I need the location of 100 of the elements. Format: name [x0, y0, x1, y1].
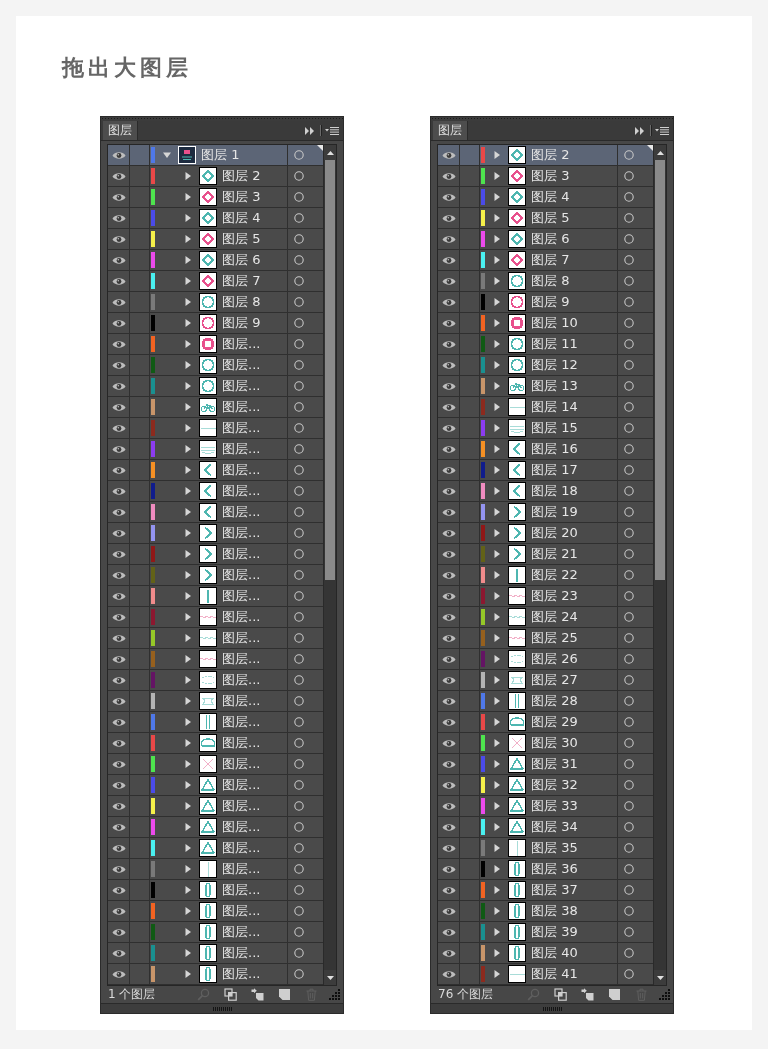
- target-circle-icon[interactable]: [624, 969, 634, 979]
- eye-icon[interactable]: [441, 948, 456, 958]
- layer-row[interactable]: 图层 30: [438, 733, 653, 754]
- disclosure-triangle-icon[interactable]: [493, 172, 501, 180]
- disclosure-triangle-icon[interactable]: [184, 655, 192, 663]
- eye-icon[interactable]: [441, 360, 456, 370]
- target-circle-icon[interactable]: [294, 150, 304, 160]
- eye-icon[interactable]: [441, 969, 456, 979]
- layer-row[interactable]: 图层 3: [108, 187, 323, 208]
- disclosure-triangle-icon[interactable]: [184, 823, 192, 831]
- eye-icon[interactable]: [111, 528, 126, 538]
- disclosure-triangle-icon[interactable]: [184, 529, 192, 537]
- overlapping-squares-icon[interactable]: [224, 988, 237, 1001]
- disclosure-triangle-icon[interactable]: [493, 571, 501, 579]
- target-circle-icon[interactable]: [624, 780, 634, 790]
- disclosure-triangle-icon[interactable]: [493, 676, 501, 684]
- target-circle-icon[interactable]: [624, 717, 634, 727]
- target-circle-icon[interactable]: [294, 885, 304, 895]
- eye-icon[interactable]: [441, 612, 456, 622]
- target-circle-icon[interactable]: [624, 549, 634, 559]
- eye-icon[interactable]: [111, 864, 126, 874]
- target-circle-icon[interactable]: [294, 234, 304, 244]
- target-circle-icon[interactable]: [294, 696, 304, 706]
- layer-row[interactable]: 图层 11: [438, 334, 653, 355]
- eye-icon[interactable]: [111, 192, 126, 202]
- layer-row[interactable]: 图层...: [108, 649, 323, 670]
- target-circle-icon[interactable]: [294, 360, 304, 370]
- layer-row[interactable]: 图层...: [108, 859, 323, 880]
- target-circle-icon[interactable]: [294, 444, 304, 454]
- eye-icon[interactable]: [111, 969, 126, 979]
- layer-row[interactable]: 图层 4: [108, 208, 323, 229]
- layer-row[interactable]: 图层 8: [438, 271, 653, 292]
- target-circle-icon[interactable]: [624, 276, 634, 286]
- target-circle-icon[interactable]: [624, 507, 634, 517]
- layer-row[interactable]: 图层 38: [438, 901, 653, 922]
- eye-icon[interactable]: [111, 423, 126, 433]
- layer-row[interactable]: 图层...: [108, 943, 323, 964]
- disclosure-triangle-icon[interactable]: [493, 550, 501, 558]
- target-circle-icon[interactable]: [294, 297, 304, 307]
- layer-row[interactable]: 图层...: [108, 838, 323, 859]
- disclosure-triangle-icon[interactable]: [493, 928, 501, 936]
- layer-row[interactable]: 图层...: [108, 817, 323, 838]
- layer-row[interactable]: 图层 9: [438, 292, 653, 313]
- eye-icon[interactable]: [111, 213, 126, 223]
- layer-row[interactable]: 图层...: [108, 712, 323, 733]
- layer-row[interactable]: 图层 25: [438, 628, 653, 649]
- layer-row[interactable]: 图层 2: [438, 145, 653, 166]
- eye-icon[interactable]: [441, 213, 456, 223]
- eye-icon[interactable]: [441, 654, 456, 664]
- target-circle-icon[interactable]: [294, 318, 304, 328]
- target-circle-icon[interactable]: [624, 612, 634, 622]
- target-circle-icon[interactable]: [294, 192, 304, 202]
- layer-row[interactable]: 图层 22: [438, 565, 653, 586]
- layer-row[interactable]: 图层...: [108, 880, 323, 901]
- layer-row[interactable]: 图层...: [108, 544, 323, 565]
- disclosure-triangle-icon[interactable]: [184, 382, 192, 390]
- target-circle-icon[interactable]: [624, 801, 634, 811]
- target-circle-icon[interactable]: [624, 906, 634, 916]
- disclosure-triangle-icon[interactable]: [184, 592, 192, 600]
- layer-row[interactable]: 图层...: [108, 523, 323, 544]
- eye-icon[interactable]: [441, 465, 456, 475]
- eye-icon[interactable]: [111, 885, 126, 895]
- disclosure-triangle-icon[interactable]: [184, 634, 192, 642]
- disclosure-triangle-icon[interactable]: [493, 298, 501, 306]
- layer-row[interactable]: 图层 6: [438, 229, 653, 250]
- target-circle-icon[interactable]: [294, 570, 304, 580]
- disclosure-triangle-icon[interactable]: [493, 970, 501, 978]
- target-circle-icon[interactable]: [624, 675, 634, 685]
- eye-icon[interactable]: [111, 591, 126, 601]
- target-circle-icon[interactable]: [294, 255, 304, 265]
- eye-icon[interactable]: [441, 570, 456, 580]
- layer-row[interactable]: 图层...: [108, 460, 323, 481]
- eye-icon[interactable]: [441, 549, 456, 559]
- target-circle-icon[interactable]: [624, 864, 634, 874]
- eye-icon[interactable]: [441, 864, 456, 874]
- disclosure-triangle-icon[interactable]: [493, 235, 501, 243]
- disclosure-triangle-icon[interactable]: [493, 256, 501, 264]
- target-circle-icon[interactable]: [624, 843, 634, 853]
- layer-row[interactable]: 图层 29: [438, 712, 653, 733]
- arrow-square-icon[interactable]: [581, 988, 594, 1001]
- target-circle-icon[interactable]: [624, 486, 634, 496]
- scroll-up-button[interactable]: [654, 145, 666, 160]
- layer-row[interactable]: 图层...: [108, 628, 323, 649]
- layer-row[interactable]: 图层 3: [438, 166, 653, 187]
- eye-icon[interactable]: [441, 675, 456, 685]
- target-circle-icon[interactable]: [294, 738, 304, 748]
- layer-row[interactable]: 图层 21: [438, 544, 653, 565]
- disclosure-triangle-icon[interactable]: [493, 151, 501, 159]
- target-circle-icon[interactable]: [294, 717, 304, 727]
- layer-row[interactable]: 图层 31: [438, 754, 653, 775]
- layer-row[interactable]: 图层 10: [438, 313, 653, 334]
- target-circle-icon[interactable]: [294, 822, 304, 832]
- eye-icon[interactable]: [441, 906, 456, 916]
- eye-icon[interactable]: [111, 759, 126, 769]
- disclosure-triangle-icon[interactable]: [184, 676, 192, 684]
- target-circle-icon[interactable]: [624, 360, 634, 370]
- scrollbar-thumb[interactable]: [325, 160, 335, 580]
- eye-icon[interactable]: [441, 927, 456, 937]
- disclosure-triangle-icon[interactable]: [184, 298, 192, 306]
- target-circle-icon[interactable]: [294, 549, 304, 559]
